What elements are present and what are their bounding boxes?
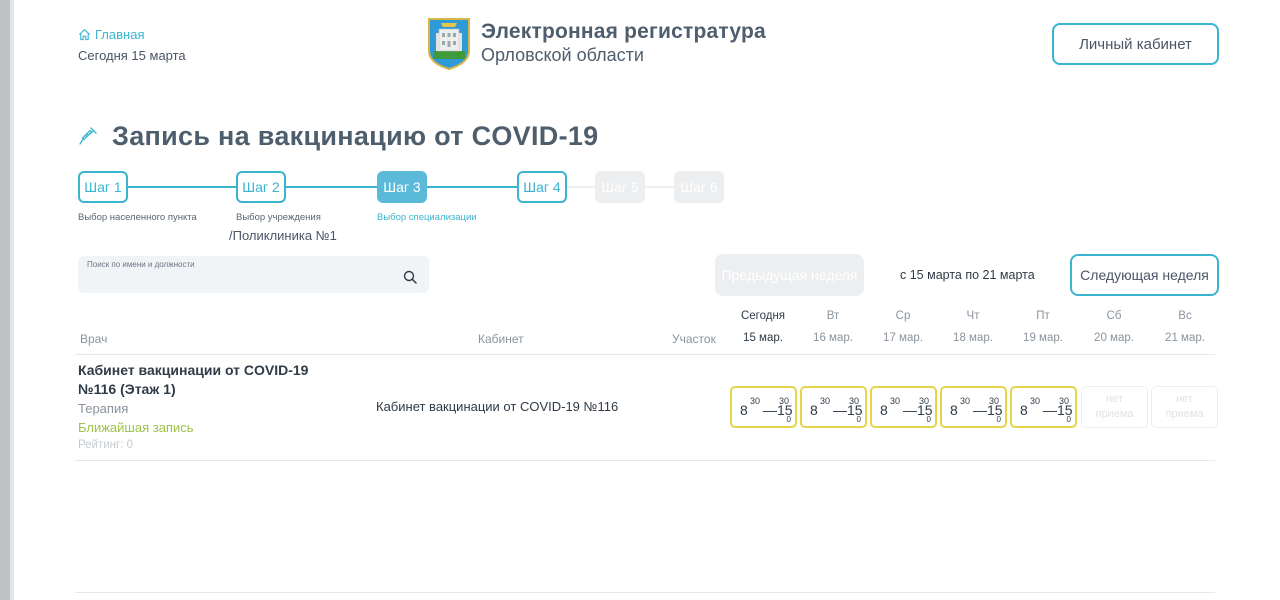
room-cell: Кабинет вакцинации от COVID-19 №116 bbox=[376, 399, 619, 414]
slot-end-minutes: 30 bbox=[779, 396, 790, 406]
day-date-header: 17 мар. bbox=[883, 332, 923, 344]
doctor-name[interactable]: Кабинет вакцинации от COVID-19 №116 (Эта… bbox=[78, 361, 338, 399]
day-name-header: Сегодня bbox=[740, 310, 786, 322]
table-divider bbox=[75, 354, 1215, 355]
schedule-slot[interactable]: 8 30 —15 30 0 bbox=[800, 386, 867, 428]
step-2-selected-value: /Поликлиника №1 bbox=[229, 228, 337, 243]
step-3-button[interactable]: Шаг 3 bbox=[377, 171, 427, 203]
slot-start-hour: 8 bbox=[1020, 402, 1028, 418]
next-week-button[interactable]: Следующая неделя bbox=[1070, 254, 1219, 296]
step-5-button: Шаг 5 bbox=[595, 171, 645, 203]
previous-week-button: Предыдущая неделя bbox=[715, 254, 864, 296]
schedule-slot[interactable]: 8 30 —15 30 0 bbox=[870, 386, 937, 428]
slot-start-hour: 8 bbox=[950, 402, 958, 418]
step-connector bbox=[567, 186, 595, 188]
slot-free-count: 0 bbox=[996, 415, 1001, 424]
slot-start-hour: 8 bbox=[740, 402, 748, 418]
column-header-area: Участок bbox=[672, 332, 716, 346]
doctor-specialty: Терапия bbox=[78, 401, 129, 416]
schedule-slot[interactable]: 8 30 —15 30 0 bbox=[940, 386, 1007, 428]
oryol-coat-of-arms-icon bbox=[428, 18, 470, 70]
day-name-header: Сб bbox=[1106, 310, 1122, 322]
slot-end-minutes: 30 bbox=[1059, 396, 1070, 406]
slot-start-minutes: 30 bbox=[1030, 396, 1041, 406]
step-2-caption: Выбор учреждения bbox=[236, 212, 321, 223]
step-4-button[interactable]: Шаг 4 bbox=[517, 171, 567, 203]
no-reception-slot: нет приема bbox=[1151, 386, 1218, 428]
home-icon bbox=[79, 29, 90, 41]
slot-start-minutes: 30 bbox=[890, 396, 901, 406]
window-edge-bar bbox=[0, 0, 10, 600]
brand-subtitle: Орловской области bbox=[481, 45, 644, 65]
day-name-header: Вс bbox=[1178, 310, 1192, 322]
doctor-name-line-2: №116 (Этаж 1) bbox=[78, 381, 176, 397]
search-icon[interactable] bbox=[403, 270, 417, 284]
no-reception-label: нет приема bbox=[1165, 393, 1204, 420]
footer-divider bbox=[75, 592, 1215, 593]
slot-end-minutes: 30 bbox=[989, 396, 1000, 406]
slot-free-count: 0 bbox=[856, 415, 861, 424]
syringe-icon bbox=[79, 127, 97, 145]
doctor-rating: Рейтинг: 0 bbox=[78, 439, 134, 451]
day-date-header: 15 мар. bbox=[743, 332, 783, 344]
step-6-button: Шаг 6 bbox=[674, 171, 724, 203]
slot-start-hour: 8 bbox=[810, 402, 818, 418]
day-date-header: 19 мар. bbox=[1023, 332, 1063, 344]
day-date-header: 20 мар. bbox=[1094, 332, 1134, 344]
page-title: Запись на вакцинацию от COVID-19 bbox=[112, 121, 599, 151]
slot-free-count: 0 bbox=[1066, 415, 1071, 424]
no-reception-label: нет приема bbox=[1095, 393, 1134, 420]
day-name-header: Ср bbox=[895, 310, 911, 322]
today-date: Сегодня 15 марта bbox=[78, 48, 186, 63]
personal-cabinet-button[interactable]: Личный кабинет bbox=[1052, 23, 1219, 65]
day-name-header: Вт bbox=[826, 310, 840, 322]
schedule-slot[interactable]: 8 30 —15 30 0 bbox=[730, 386, 797, 428]
schedule-slot[interactable]: 8 30 —15 30 0 bbox=[1010, 386, 1077, 428]
week-range: с 15 марта по 21 марта bbox=[900, 268, 1035, 282]
day-name-header: Пт bbox=[1036, 310, 1050, 322]
day-date-header: 21 мар. bbox=[1165, 332, 1205, 344]
step-connector bbox=[427, 186, 517, 188]
day-name-header: Чт bbox=[966, 310, 980, 322]
step-1-button[interactable]: Шаг 1 bbox=[78, 171, 128, 203]
column-header-doctor: Врач bbox=[80, 332, 108, 346]
day-date-header: 16 мар. bbox=[813, 332, 853, 344]
search-field[interactable]: Поиск по имени и должности bbox=[78, 256, 429, 293]
day-date-header: 18 мар. bbox=[953, 332, 993, 344]
home-link[interactable]: Главная bbox=[78, 27, 144, 42]
step-3-caption: Выбор специализации bbox=[377, 212, 477, 223]
search-input[interactable] bbox=[78, 256, 429, 293]
step-connector bbox=[286, 186, 377, 188]
slot-start-minutes: 30 bbox=[960, 396, 971, 406]
brand-title: Электронная регистратура bbox=[481, 20, 766, 43]
slot-start-minutes: 30 bbox=[820, 396, 831, 406]
table-row-divider bbox=[75, 460, 1215, 461]
slot-start-hour: 8 bbox=[880, 402, 888, 418]
step-2-button[interactable]: Шаг 2 bbox=[236, 171, 286, 203]
slot-free-count: 0 bbox=[926, 415, 931, 424]
step-connector bbox=[128, 186, 236, 188]
window-edge-shadow bbox=[10, 0, 14, 600]
doctor-name-line-1: Кабинет вакцинации от COVID-19 bbox=[78, 362, 309, 378]
home-link-label: Главная bbox=[95, 27, 145, 42]
slot-free-count: 0 bbox=[786, 415, 791, 424]
no-reception-slot: нет приема bbox=[1081, 386, 1148, 428]
slot-end-minutes: 30 bbox=[919, 396, 930, 406]
slot-end-minutes: 30 bbox=[849, 396, 860, 406]
nearest-appointment-link[interactable]: Ближайшая запись bbox=[78, 420, 194, 435]
slot-start-minutes: 30 bbox=[750, 396, 761, 406]
step-1-caption: Выбор населенного пункта bbox=[78, 212, 197, 223]
step-connector bbox=[645, 186, 674, 188]
column-header-room: Кабинет bbox=[478, 332, 524, 346]
